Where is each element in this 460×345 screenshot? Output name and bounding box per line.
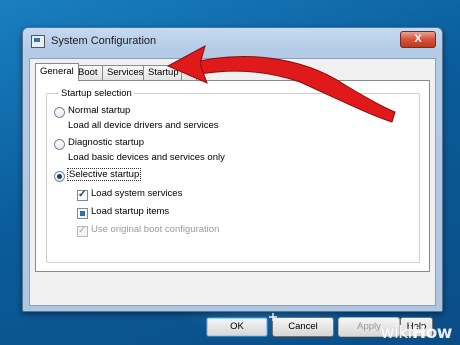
tab-tools[interactable]: T (181, 65, 197, 80)
general-tab-panel: Startup selection Normal startup Load al… (35, 80, 430, 272)
system-config-icon (31, 35, 45, 48)
tab-startup[interactable]: Startup (143, 65, 184, 80)
system-configuration-window: System Configuration X General Boot Serv… (22, 27, 443, 337)
selective-startup-label[interactable]: Selective startup (67, 168, 142, 181)
tab-general[interactable]: General (35, 63, 79, 81)
diagnostic-startup-radio[interactable] (54, 139, 65, 150)
selective-startup-label-wrap[interactable]: Selective startup (67, 168, 142, 181)
diagnostic-startup-label[interactable]: Diagnostic startup (68, 137, 144, 148)
window-title: System Configuration (51, 35, 157, 47)
load-startup-items-checkbox[interactable] (77, 208, 88, 219)
startup-selection-label: Startup selection (59, 88, 134, 99)
normal-startup-description: Load all device drivers and services (68, 120, 219, 131)
use-original-boot-label: Use original boot configuration (91, 224, 220, 235)
normal-startup-label[interactable]: Normal startup (68, 105, 130, 116)
load-startup-items-label[interactable]: Load startup items (91, 206, 169, 217)
ok-button[interactable]: OK (206, 317, 268, 337)
selective-startup-radio[interactable] (54, 171, 65, 182)
startup-selection-group: Startup selection Normal startup Load al… (46, 88, 420, 263)
close-button[interactable]: X (400, 31, 436, 48)
tab-services[interactable]: Services (102, 65, 149, 80)
cancel-button[interactable]: Cancel (272, 317, 334, 337)
watermark-suffix: How (411, 323, 453, 343)
use-original-boot-checkbox (77, 226, 88, 237)
dialog-client-area: General Boot Services Startup T Startup … (29, 58, 436, 337)
load-system-services-checkbox[interactable] (77, 190, 88, 201)
wikihow-watermark: wikiHow (380, 323, 453, 343)
title-bar[interactable]: System Configuration X (23, 28, 442, 54)
diagnostic-startup-description: Load basic devices and services only (68, 152, 225, 163)
desktop-sparkle-icon (269, 313, 277, 321)
watermark-prefix: wiki (380, 323, 413, 343)
close-icon: X (414, 33, 422, 45)
normal-startup-radio[interactable] (54, 107, 65, 118)
load-system-services-label[interactable]: Load system services (91, 188, 182, 199)
